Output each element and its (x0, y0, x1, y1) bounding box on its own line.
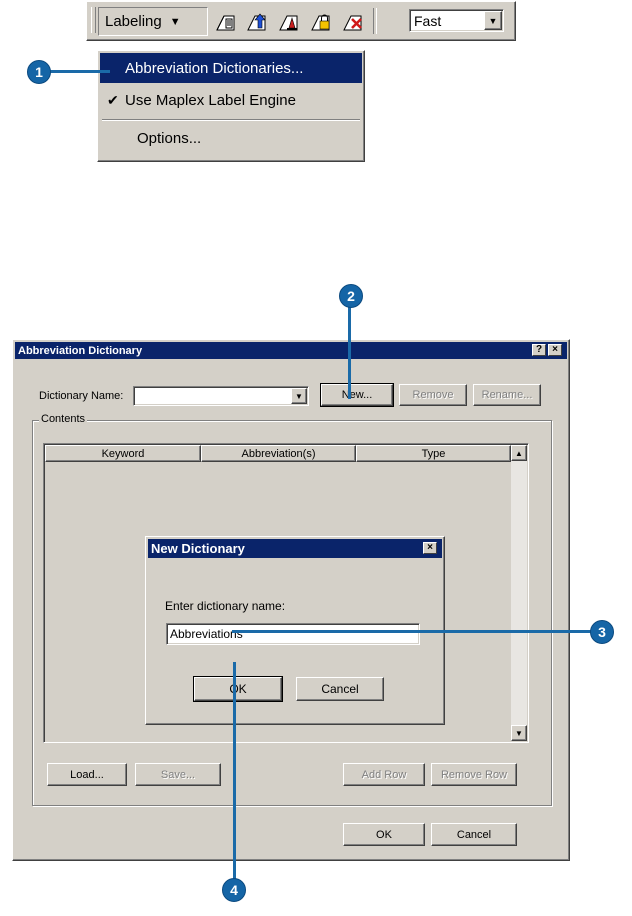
ok-button-label: OK (229, 682, 247, 696)
remove-row-button[interactable]: Remove Row (431, 763, 517, 786)
callout-1: 1 (27, 60, 51, 84)
column-header-type[interactable]: Type (356, 445, 511, 462)
lock-labels-icon[interactable] (309, 10, 333, 32)
close-button[interactable]: × (548, 344, 562, 356)
save-button[interactable]: Save... (135, 763, 221, 786)
menu-item-use-maplex[interactable]: ✔ Use Maplex Label Engine (100, 85, 362, 115)
column-header-label: Keyword (101, 447, 145, 460)
save-button-label: Save... (160, 768, 196, 781)
column-header-keyword[interactable]: Keyword (45, 445, 201, 462)
column-header-label: Abbreviation(s) (241, 447, 316, 460)
label-manager-icon[interactable] (214, 10, 238, 32)
menu-item-label: Abbreviation Dictionaries... (125, 59, 304, 77)
new-dialog-cancel-button[interactable]: Cancel (296, 677, 384, 701)
labeling-menu-label: Labeling (105, 13, 162, 30)
quality-dropdown[interactable]: Fast ▼ (409, 9, 504, 32)
callout-line-1 (48, 70, 110, 73)
close-icon: × (552, 344, 558, 355)
dictionary-name-prompt: Enter dictionary name: (165, 599, 286, 613)
load-button[interactable]: Load... (47, 763, 127, 786)
dropdown-arrow-icon: ▼ (169, 15, 181, 28)
toolbar-grip[interactable] (91, 7, 96, 33)
add-row-button-label: Add Row (361, 768, 407, 781)
new-dialog-ok-button[interactable]: OK (193, 676, 283, 702)
menu-item-options[interactable]: Options... (100, 123, 362, 153)
chevron-up-icon: ▲ (515, 448, 523, 458)
new-button[interactable]: New... (320, 383, 394, 407)
dictionary-name-label: Dictionary Name: (39, 390, 124, 402)
callout-2: 2 (339, 284, 363, 308)
dictionary-dropdown-button[interactable]: ▼ (291, 388, 307, 404)
callout-line-4 (233, 662, 236, 880)
column-header-label: Type (421, 447, 446, 460)
label-weight-icon[interactable] (277, 10, 301, 32)
column-header-abbreviations[interactable]: Abbreviation(s) (201, 445, 356, 462)
view-unplaced-labels-icon[interactable] (341, 10, 365, 32)
new-button-label: New... (341, 389, 373, 401)
labeling-menu-button[interactable]: Labeling ▼ (98, 7, 208, 36)
new-dialog-titlebar: New Dictionary (148, 539, 442, 558)
dialog-title: Abbreviation Dictionary (18, 344, 143, 357)
dialog-titlebar: Abbreviation Dictionary (15, 342, 567, 359)
ok-button-label: OK (376, 828, 392, 841)
callout-line-3 (232, 630, 596, 633)
load-button-label: Load... (70, 768, 104, 781)
scroll-up-button[interactable]: ▲ (511, 445, 527, 461)
menu-separator (102, 119, 360, 121)
cancel-button-label: Cancel (456, 828, 492, 841)
ok-button[interactable]: OK (343, 823, 425, 846)
callout-number: 1 (35, 64, 43, 80)
dictionary-name-combo[interactable]: ▼ (133, 386, 309, 406)
contents-label: Contents (39, 413, 88, 425)
callout-number: 2 (347, 288, 355, 304)
remove-button[interactable]: Remove (399, 384, 467, 406)
cancel-button-label: Cancel (321, 682, 359, 696)
rename-button[interactable]: Rename... (473, 384, 541, 406)
chevron-down-icon: ▼ (515, 728, 523, 738)
remove-button-label: Remove (412, 389, 454, 401)
callout-number: 3 (598, 624, 606, 640)
label-priority-icon[interactable] (245, 10, 269, 32)
close-icon: × (427, 542, 433, 553)
callout-line-2 (348, 307, 351, 399)
menu-item-label: Use Maplex Label Engine (125, 91, 296, 109)
toolbar-separator (373, 8, 377, 34)
chevron-down-icon: ▼ (488, 15, 498, 26)
callout-4: 4 (222, 878, 246, 902)
callout-number: 4 (230, 882, 238, 898)
menu-item-abbreviation-dictionaries[interactable]: Abbreviation Dictionaries... (100, 53, 362, 83)
new-dialog-close-button[interactable]: × (423, 542, 437, 554)
help-icon: ? (535, 344, 543, 355)
add-row-button[interactable]: Add Row (343, 763, 425, 786)
quality-dropdown-button[interactable]: ▼ (484, 11, 502, 30)
rename-button-label: Rename... (481, 389, 533, 401)
new-dialog-title: New Dictionary (151, 541, 245, 556)
labeling-toolbar: Labeling ▼ Fast ▼ (86, 1, 516, 41)
help-button[interactable]: ? (532, 344, 546, 356)
labeling-menu: Abbreviation Dictionaries... ✔ Use Maple… (97, 50, 365, 162)
new-dictionary-name-input[interactable]: Abbreviations (166, 623, 420, 645)
vertical-scrollbar[interactable]: ▲ ▼ (511, 445, 527, 741)
callout-3: 3 (590, 620, 614, 644)
checkmark-icon: ✔ (107, 91, 119, 108)
remove-row-button-label: Remove Row (440, 768, 508, 781)
chevron-down-icon: ▼ (295, 391, 303, 401)
scroll-down-button[interactable]: ▼ (511, 725, 527, 741)
menu-item-label: Options... (137, 129, 202, 147)
quality-value: Fast (414, 13, 442, 29)
cancel-button[interactable]: Cancel (431, 823, 517, 846)
